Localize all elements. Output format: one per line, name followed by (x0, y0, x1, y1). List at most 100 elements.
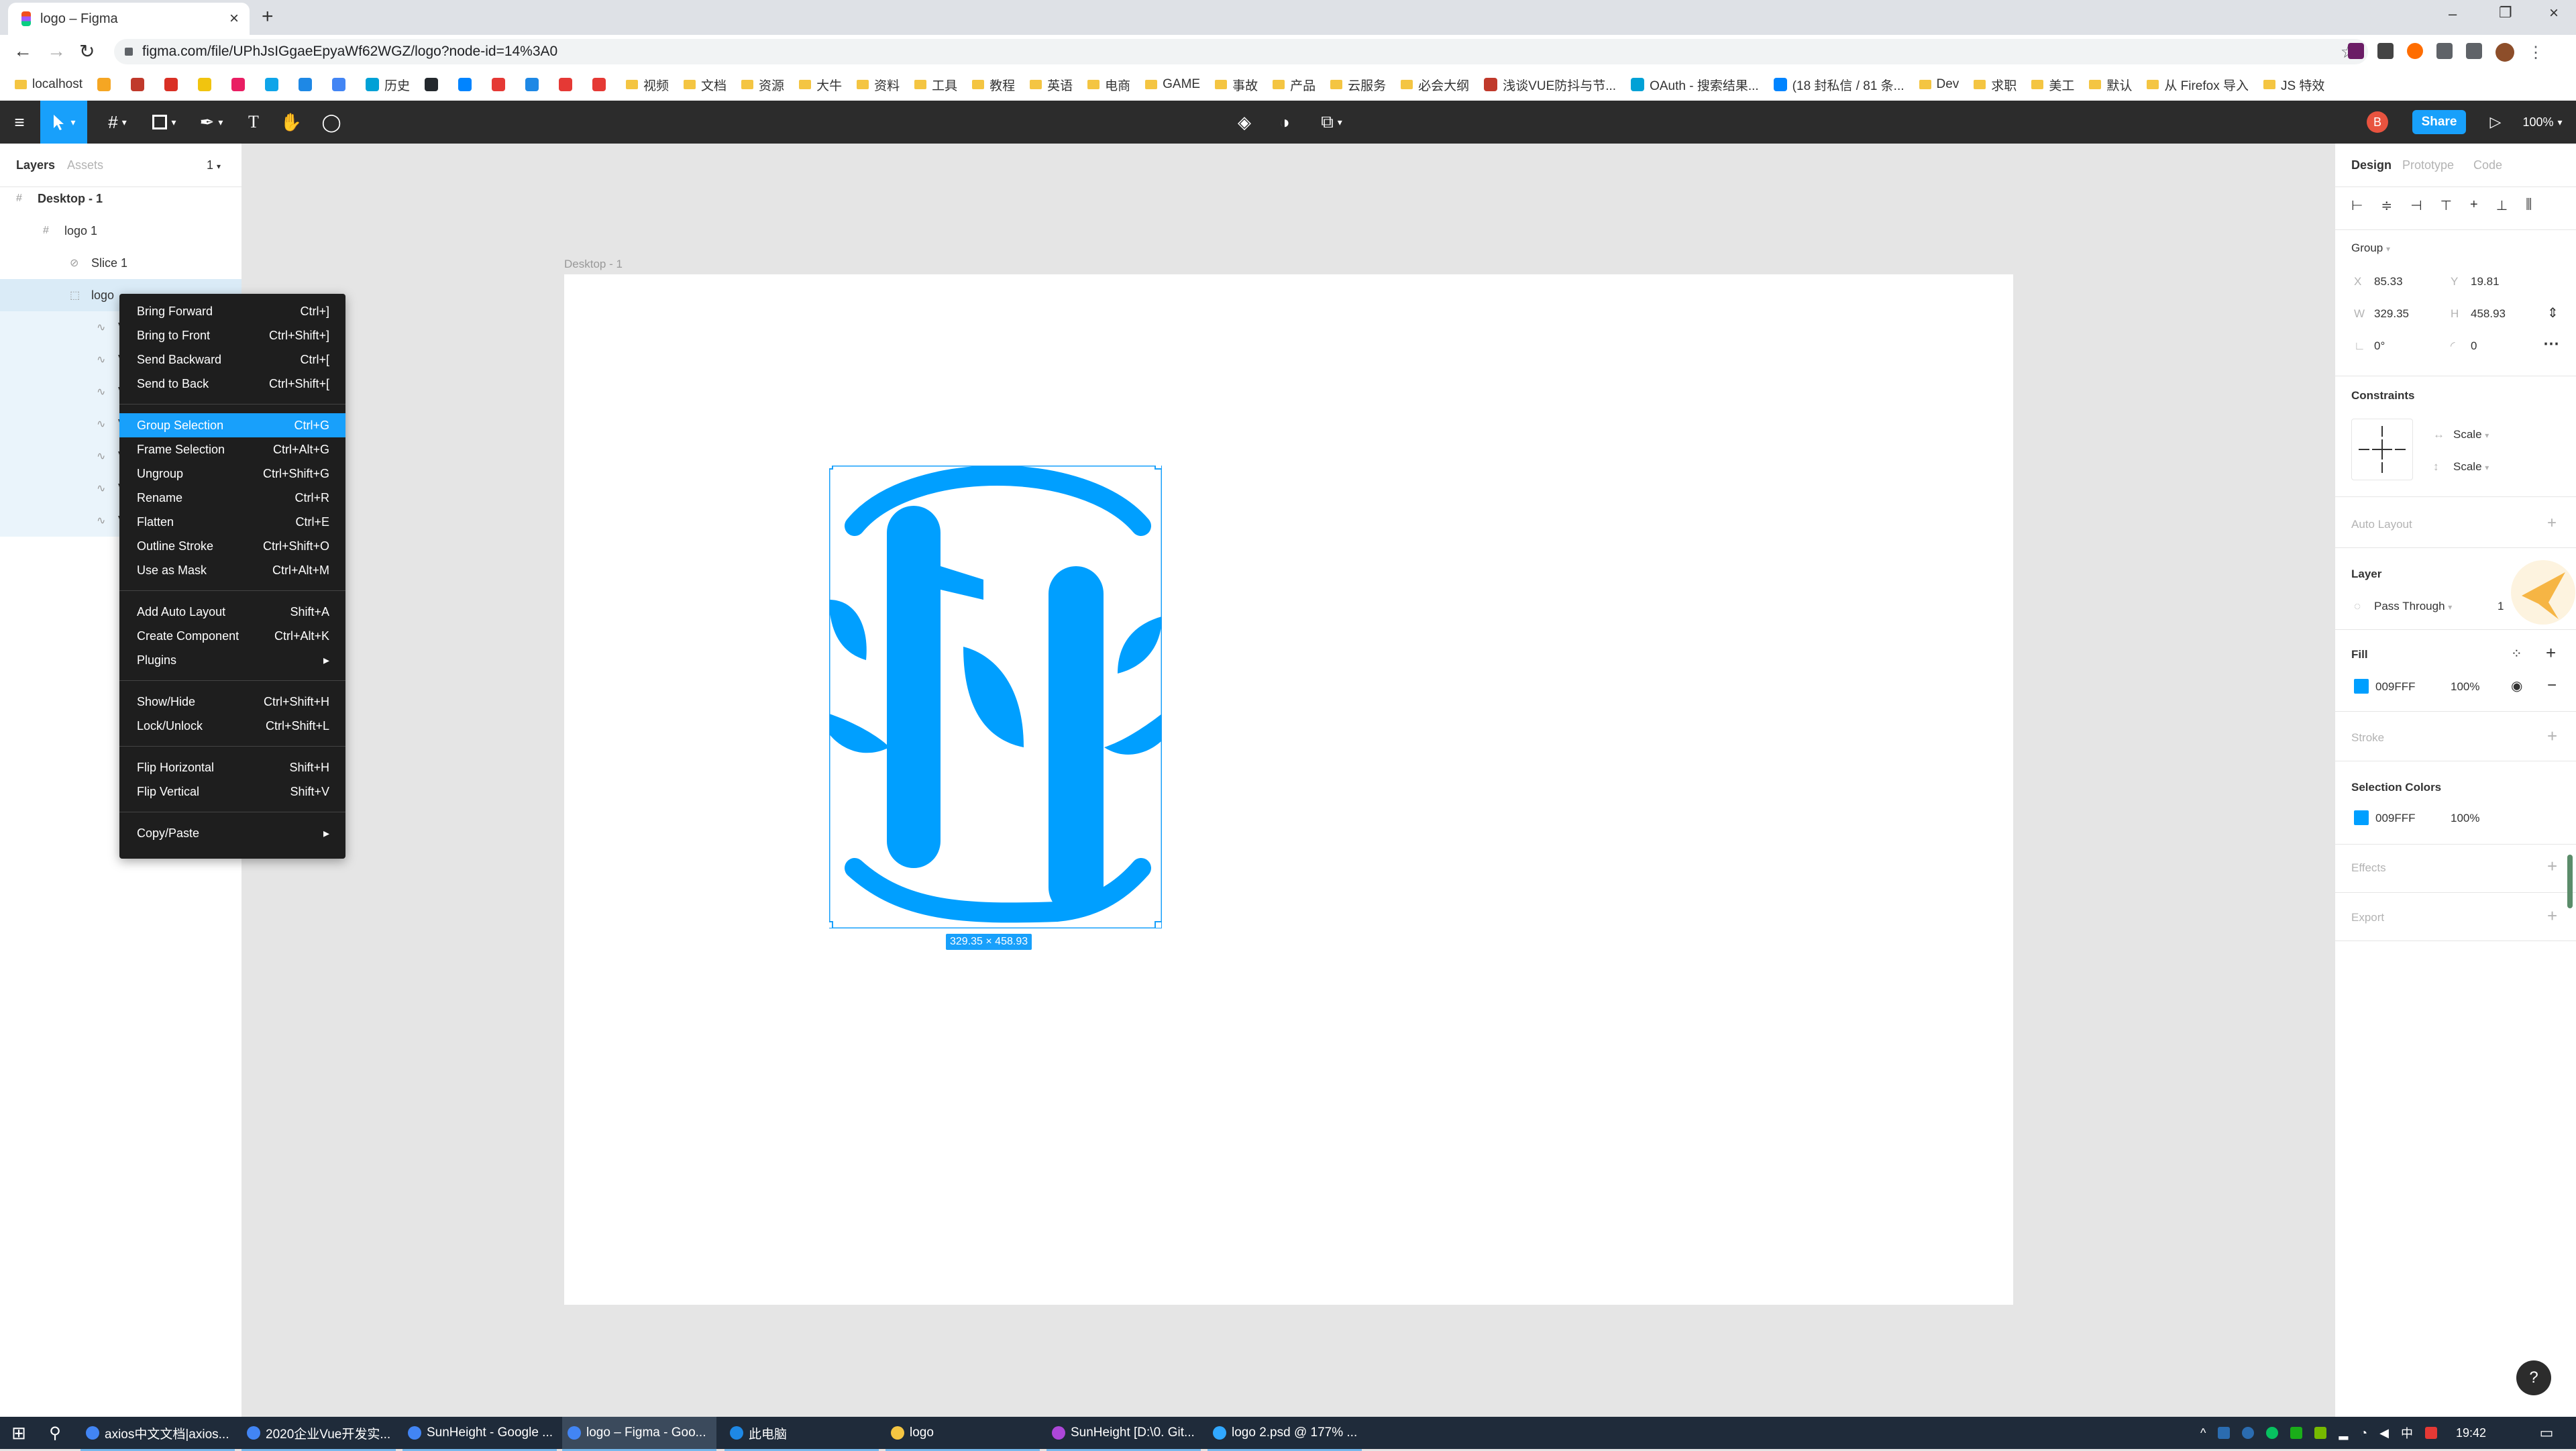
taskbar-item[interactable]: logo (885, 1417, 1040, 1451)
minimize-window-button[interactable]: – (2449, 5, 2457, 23)
layer-row[interactable]: # logo 1 (0, 215, 241, 247)
boolean-operations-icon[interactable]: ⧉ ▾ (1308, 101, 1355, 144)
mask-icon[interactable]: ◑ (1268, 101, 1301, 144)
tray-app-icon[interactable] (2242, 1427, 2255, 1439)
h-field[interactable]: 458.93 (2471, 307, 2506, 321)
taskbar-item[interactable]: 此电脑 (724, 1417, 879, 1451)
menu-item[interactable]: Plugins ▸ (119, 648, 345, 672)
menu-item[interactable]: Send to Back Ctrl+Shift+[ (119, 372, 345, 396)
zoom-dropdown[interactable]: 100% ▾ (2516, 101, 2569, 144)
bookmark-item[interactable]: 资源 (741, 76, 784, 94)
bookmark-item[interactable]: 电商 (1087, 76, 1130, 94)
main-menu-icon[interactable]: ≡ (0, 101, 39, 144)
search-icon[interactable]: ⚲ (42, 1417, 68, 1449)
layer-row[interactable]: ⊘ Slice 1 (0, 247, 241, 279)
bookmark-item[interactable]: (18 封私信 / 81 条... (1773, 76, 1904, 94)
notification-icon[interactable]: ▭ (2533, 1417, 2560, 1449)
more-options-icon[interactable]: ⋯ (2543, 334, 2559, 354)
corner-radius-field[interactable]: 0 (2471, 339, 2477, 353)
wifi-icon[interactable]: ◔ (2360, 1426, 2367, 1440)
bookmark-item[interactable] (492, 78, 511, 91)
selection-color-hex[interactable]: 009FFF (2375, 812, 2416, 825)
bookmark-item[interactable]: 教程 (972, 76, 1015, 94)
blend-mode-dropdown[interactable]: Pass Through ▾ (2374, 600, 2452, 613)
wechat-icon[interactable] (2266, 1427, 2279, 1439)
remove-fill-icon[interactable]: − (2547, 676, 2557, 695)
add-stroke-icon[interactable]: + (2547, 726, 2557, 747)
constrain-proportions-icon[interactable]: ⇕ (2547, 305, 2559, 321)
add-auto-layout-icon[interactable]: + (2547, 514, 2557, 533)
add-export-icon[interactable]: + (2547, 906, 2557, 926)
bookmark-item[interactable] (458, 78, 477, 91)
bookmark-item[interactable]: Dev (1919, 77, 1959, 92)
menu-item[interactable]: Flip Horizontal Shift+H (119, 755, 345, 780)
close-tab-icon[interactable]: × (229, 9, 239, 28)
taskbar-item[interactable]: logo – Figma - Goo... (562, 1417, 716, 1451)
bookmark-item[interactable] (164, 78, 183, 91)
extension-icon[interactable] (2348, 43, 2364, 59)
selection-color-opacity[interactable]: 100% (2451, 812, 2479, 825)
tab-assets[interactable]: Assets (67, 158, 103, 172)
fill-styles-icon[interactable]: ⁘ (2511, 645, 2522, 662)
bookmark-item[interactable]: 默认 (2089, 76, 2132, 94)
bookmark-item[interactable] (299, 78, 317, 91)
bookmark-item[interactable]: GAME (1145, 77, 1200, 92)
close-window-button[interactable]: × (2549, 4, 2559, 23)
selection-type-dropdown[interactable]: Group ▾ (2351, 241, 2390, 255)
browser-menu-icon[interactable]: ⋮ (2528, 43, 2544, 62)
restore-window-button[interactable]: ❐ (2499, 4, 2512, 21)
pen-tool-button[interactable]: ✒ ▾ (188, 101, 235, 144)
menu-item[interactable]: Outline Stroke Ctrl+Shift+O (119, 534, 345, 558)
volume-icon[interactable]: ◀ (2379, 1426, 2389, 1440)
desktop-frame[interactable] (564, 274, 2013, 1305)
taskbar-item[interactable]: 2020企业Vue开发实... (241, 1417, 396, 1451)
bookmark-item[interactable]: 云服务 (1330, 76, 1386, 94)
fill-hex-field[interactable]: 009FFF (2375, 680, 2416, 694)
bookmark-item[interactable]: JS 特效 (2263, 76, 2324, 94)
tray-up-arrow-icon[interactable]: ^ (2200, 1426, 2206, 1440)
address-bar[interactable]: figma.com/file/UPhJsIGgaeEpyaWf62WGZ/log… (114, 39, 2368, 64)
bookmark-item[interactable]: 事故 (1215, 76, 1258, 94)
x-field[interactable]: 85.33 (2374, 275, 2403, 288)
bookmark-item[interactable] (131, 78, 150, 91)
taskbar-item[interactable]: SunHeight - Google ... (402, 1417, 557, 1451)
menu-item[interactable]: Copy/Paste ▸ (119, 821, 345, 845)
bookmark-item[interactable]: 浅谈VUE防抖与节... (1484, 76, 1616, 94)
bookmark-item[interactable]: 大牛 (799, 76, 842, 94)
align-bottom-icon[interactable]: ⊥ (2496, 197, 2508, 214)
page-selector[interactable]: 1 ▾ (207, 158, 221, 172)
bookmark-item[interactable]: 工具 (914, 76, 957, 94)
fill-color-swatch[interactable] (2354, 679, 2369, 694)
menu-item[interactable]: Bring to Front Ctrl+Shift+] (119, 323, 345, 347)
bookmark-item[interactable]: 视频 (626, 76, 669, 94)
menu-item[interactable]: Bring Forward Ctrl+] (119, 299, 345, 323)
input-language[interactable]: 中 (2401, 1424, 2413, 1442)
browser-tab[interactable]: logo – Figma × (8, 3, 250, 35)
visibility-eye-icon[interactable]: ◉ (2511, 678, 2522, 694)
taskbar-item[interactable]: logo 2.psd @ 177% ... (1208, 1417, 1362, 1451)
tab-design[interactable]: Design (2351, 158, 2392, 172)
rotation-field[interactable]: 0° (2374, 339, 2385, 353)
align-vertical-center-icon[interactable]: + (2470, 197, 2478, 214)
bookmark-item[interactable]: 产品 (1273, 76, 1316, 94)
align-left-icon[interactable]: ⊢ (2351, 197, 2363, 214)
tab-prototype[interactable]: Prototype (2402, 158, 2454, 172)
menu-item[interactable]: Rename Ctrl+R (119, 486, 345, 510)
user-avatar[interactable]: B (2367, 111, 2388, 133)
network-icon[interactable]: ▂ (2339, 1426, 2348, 1440)
w-field[interactable]: 329.35 (2374, 307, 2409, 321)
menu-item[interactable]: Create Component Ctrl+Alt+K (119, 624, 345, 648)
logo-group[interactable] (829, 466, 1162, 928)
bookmark-item[interactable]: 历史 (366, 76, 410, 94)
frame-label[interactable]: Desktop - 1 (564, 258, 623, 271)
menu-item[interactable]: Lock/Unlock Ctrl+Shift+L (119, 714, 345, 738)
component-icon[interactable]: ◈ (1228, 101, 1261, 144)
reload-icon[interactable]: ↻ (79, 40, 95, 62)
hand-tool-button[interactable]: ✋ (272, 101, 310, 144)
menu-item[interactable]: Use as Mask Ctrl+Alt+M (119, 558, 345, 582)
taskbar-item[interactable]: axios中文文档|axios... (80, 1417, 235, 1451)
bookmark-item[interactable]: 必会大纲 (1401, 76, 1469, 94)
extension-icon[interactable] (2407, 43, 2423, 59)
selection-color-swatch[interactable] (2354, 810, 2369, 825)
move-tool-button[interactable]: ▾ (40, 101, 87, 144)
